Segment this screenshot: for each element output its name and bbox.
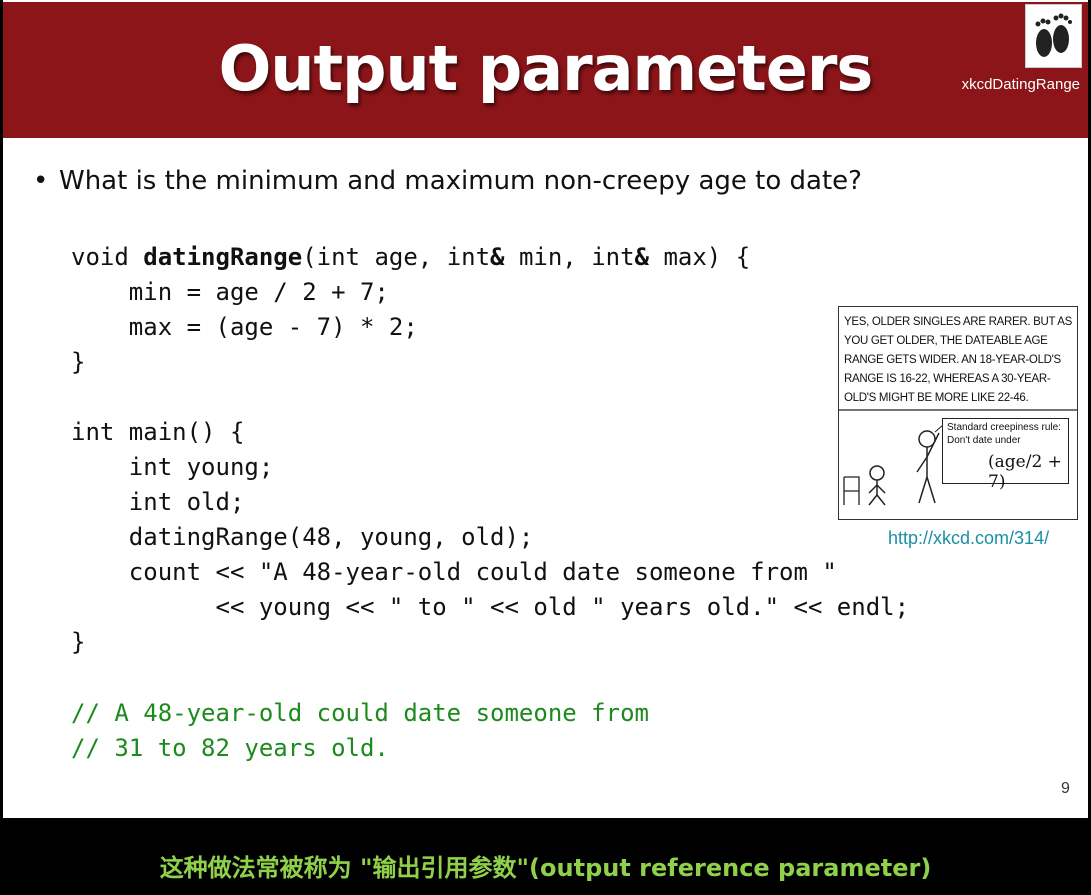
bullet-text: What is the minimum and maximum non-cree… [59, 166, 862, 196]
footprint-logo-icon [1025, 4, 1082, 68]
code-line: datingRange(48, young, old); [71, 523, 534, 551]
page-number: 9 [1061, 780, 1070, 797]
code-line: int old; [71, 488, 245, 516]
rule-formula: (age/2 + 7) [988, 452, 1062, 492]
video-subtitle: 这种做法常被称为 "输出引用参数"(output reference param… [159, 854, 932, 882]
code-comments: // A 48-year-old could date someone from… [71, 696, 649, 766]
code-line: max = (age - 7) * 2; [71, 313, 418, 341]
code-fn-params: (int age, int [302, 243, 491, 271]
logo-caption: xkcdDatingRange [961, 76, 1080, 93]
code-amp-min: & [490, 243, 505, 271]
comment-line: // 31 to 82 years old. [71, 734, 389, 762]
rule-text: Standard creepiness rule: Don't date und… [947, 422, 1061, 446]
creepiness-rule-box: Standard creepiness rule: Don't date und… [942, 418, 1069, 492]
xkcd-comic: Yes, older singles are rarer. But as you… [838, 306, 1078, 520]
bullet-point: • What is the minimum and maximum non-cre… [33, 166, 862, 196]
slide: Output parameters xkcdDatingRange • What … [3, 0, 1088, 818]
code-line: count << "A 48-year-old could date someo… [71, 558, 837, 586]
code-line: int main() { [71, 418, 245, 446]
title-bar: Output parameters xkcdDatingRange [3, 2, 1088, 138]
code-min-param: min, int [504, 243, 635, 271]
comment-line: // A 48-year-old could date someone from [71, 699, 649, 727]
code-amp-max: & [634, 243, 649, 271]
code-line: min = age / 2 + 7; [71, 278, 389, 306]
code-line: << young << " to " << old " years old." … [71, 593, 910, 621]
slide-title: Output parameters [218, 32, 874, 105]
code-line: int young; [71, 453, 274, 481]
code-fn-kw: void [71, 243, 144, 271]
code-line: } [71, 628, 86, 656]
xkcd-link[interactable]: http://xkcd.com/314/ [888, 528, 1049, 549]
code-fn-name: datingRange [143, 243, 303, 271]
bullet-icon: • [33, 166, 49, 196]
code-block: void datingRange(int age, int& min, int&… [71, 240, 909, 660]
code-line: } [71, 348, 86, 376]
code-max-param: max) { [649, 243, 751, 271]
